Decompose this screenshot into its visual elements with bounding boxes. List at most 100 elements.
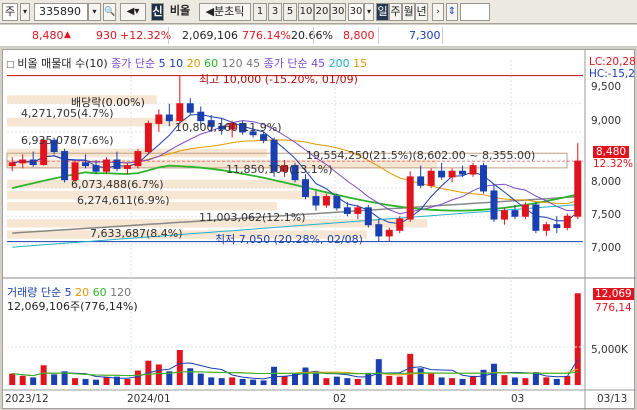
up-arrow-icon: ▲ [64,30,71,40]
volume-bar [574,293,581,385]
current-price-tag: 8,480 [593,146,630,158]
volume-bar [333,376,340,385]
volume-bar [281,375,288,385]
legend-ma10: 10 [169,57,184,70]
vp-label-3: 6,073,488(6.7%) [71,178,164,191]
volume-bar [124,378,131,385]
tf-10-button[interactable]: 10 [298,3,314,21]
credit-badge: 신 [151,3,164,21]
vp-label-8: 11,850,100(13.1%) [226,163,333,176]
volume-bar [344,378,351,385]
volume-bar [218,378,225,385]
candle-body [459,170,467,175]
stock-code-input[interactable]: 335890 [34,3,88,21]
vp-label-1: 4,271,705(4.7%) [21,107,114,120]
turnover-rate: 20.66% [291,29,333,42]
x-tick-2024-01: 2024/01 [127,393,171,405]
tf-20-button[interactable]: 20 [314,3,330,21]
low-annotation: 최저 7,050 (20.28%, 02/08) [215,233,363,246]
tf-custom-input[interactable]: 30 [348,3,364,21]
candle-body [438,170,446,178]
volume-bar [51,374,58,385]
x-tick-03-13: 03/13 [597,393,628,405]
count-input[interactable] [460,3,490,21]
current-pct-tag: 12.32% [593,158,634,170]
legend-ma45: 45 [246,57,261,70]
arrow-right-icon[interactable]: › [432,3,444,21]
volume-bar [323,378,330,385]
candle-body [574,160,582,217]
legend-ma60: 60 [204,57,219,70]
volume-bar [9,373,16,385]
vol-tick-5000k: 5,000K [591,344,628,356]
market-label: 주 [4,5,16,18]
volume-bar [428,373,435,385]
x-tick-2023-12: 2023/12 [5,393,49,405]
market-dropdown-icon[interactable]: ▾ [20,3,30,21]
candle-body [521,204,529,217]
tf-5-button[interactable]: 5 [283,3,297,21]
volume-bar [208,377,215,385]
candle-body [186,103,194,113]
volume-bar [134,370,141,385]
candle-body [260,134,268,141]
chart-panel[interactable]: □ 비올 매물대 수(10) 종가 단순 5 10 20 60 120 45 종… [2,49,636,410]
candle-body [563,215,571,228]
volume-bar [417,368,424,385]
candle-body [354,207,362,214]
high-annotation: 최고 10,000 (-15.20%, 01/09) [199,73,358,86]
volume-value-label: 12,069,106주(776,14%) [7,300,138,313]
search-icon[interactable]: 🔍 [103,3,116,21]
volume-bar [271,366,278,385]
candle-body [343,207,351,214]
vp-label-7: 10,800,160(11.9%) [175,121,282,134]
candle-body [134,151,142,167]
price-bar: 8,480 ▲ 930 +12.32% 2,069,106 776.14% 20… [0,25,637,47]
volume-bar [72,378,79,385]
tf-1-button[interactable]: 1 [253,3,267,21]
volume-bar [449,378,456,385]
y-tick-7500: 7,500 [591,209,622,221]
candle-body [176,103,184,122]
y-tick-9500: 9,500 [591,81,622,93]
candle-body [417,176,425,186]
tf-30-button[interactable]: 30 [330,3,346,21]
candle-body [333,196,341,209]
tab-week[interactable]: 주 [389,3,402,21]
candle-body [542,224,550,231]
volume-bar [229,377,236,385]
tab-year[interactable]: 년 [415,3,428,21]
chart-legend: □ 비올 매물대 수(10) 종가 단순 5 10 20 60 120 45 종… [6,55,367,71]
vp-label-2: 6,935,078(7.6%) [21,134,114,147]
price-change-rate: +12.32% [120,29,172,42]
tf-3-button[interactable]: 3 [268,3,282,21]
candle-body [469,165,477,175]
volume-bar [155,364,162,385]
candle-body [82,162,90,167]
up-down-icon[interactable]: ⇕ [446,3,458,21]
vp-label-6: 7,633,687(8.4%) [90,227,183,240]
legend-ma20: 20 [186,57,201,70]
candle-body [301,179,309,198]
candle-body [29,159,37,165]
legend-ma5: 5 [158,57,166,70]
speaker-icon[interactable]: ◀▾ [120,3,146,21]
volume-bar [302,367,309,385]
stock-name: 비올 [169,4,191,17]
tf-dropdown-icon[interactable]: ▾ [364,3,374,21]
candle-body [92,165,100,172]
tick-mode-label: 분초틱 [214,5,245,18]
code-dropdown-icon[interactable]: ▾ [88,3,101,21]
market-select[interactable]: 주 [2,3,18,21]
volume-bar [522,378,529,385]
tick-mode-button[interactable]: ◀분초틱 [199,3,251,21]
price-change: 930 [96,29,117,42]
volume-bar [187,368,194,385]
candle-body [396,218,404,231]
candle-body [197,111,205,122]
tab-day[interactable]: 일 [376,3,389,21]
volume-bar [365,372,372,385]
volume-bar [30,377,37,385]
tab-month[interactable]: 월 [402,3,415,21]
volume-bar [543,377,550,385]
